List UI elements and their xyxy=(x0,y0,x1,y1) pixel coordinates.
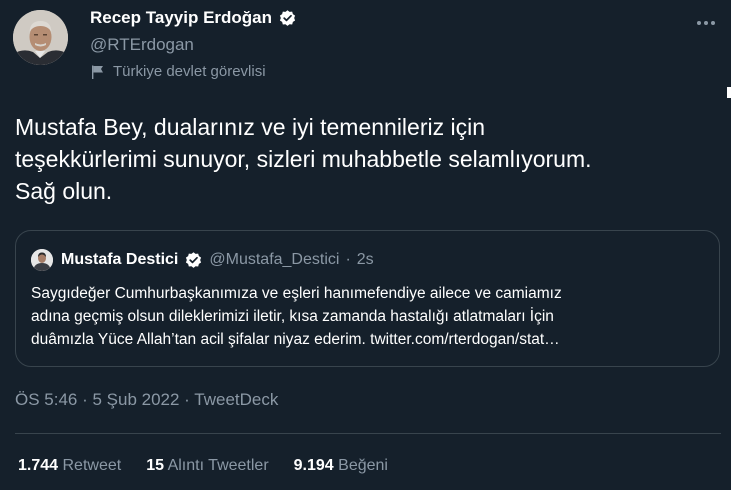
quoted-tweet[interactable]: Mustafa Destici @Mustafa_Destici · 2s Sa… xyxy=(15,230,720,367)
tweet-time[interactable]: ÖS 5:46 xyxy=(15,390,77,409)
government-label: Türkiye devlet görevlisi xyxy=(90,63,266,80)
likes-count: 9.194 xyxy=(293,457,334,474)
edge-marker xyxy=(727,87,731,98)
meta-separator: · xyxy=(179,390,195,409)
tweet-text: Mustafa Bey, dualarınız ve iyi temennile… xyxy=(15,114,592,204)
quoted-timestamp: 2s xyxy=(356,251,374,268)
author-handle[interactable]: @RTErdogan xyxy=(90,35,194,55)
quoted-author-name: Mustafa Destici xyxy=(61,251,179,268)
author-name-row[interactable]: Recep Tayyip Erdoğan xyxy=(90,8,297,28)
author-name[interactable]: Recep Tayyip Erdoğan xyxy=(90,8,272,28)
quoted-separator: · xyxy=(345,251,351,268)
quoted-verified-badge-icon xyxy=(186,251,202,268)
likes-stat[interactable]: 9.194 Beğeni xyxy=(294,457,388,475)
quoted-text-line: duâmızla Yüce Allah’tan acil şifalar niy… xyxy=(31,331,560,348)
more-dot-icon xyxy=(704,21,708,25)
quote-tweets-stat[interactable]: 15 Alıntı Tweetler xyxy=(146,457,268,475)
quoted-author-avatar-image xyxy=(31,249,53,271)
tweet-card: Recep Tayyip Erdoğan @RTErdogan Türkiye … xyxy=(0,0,731,490)
quote-tweets-count: 15 xyxy=(146,457,164,474)
government-label-text: Türkiye devlet görevlisi xyxy=(113,63,266,80)
more-dot-icon xyxy=(697,21,701,25)
tweet-date[interactable]: 5 Şub 2022 xyxy=(92,390,179,409)
tweet-source[interactable]: TweetDeck xyxy=(194,390,278,409)
quote-tweets-label: Alıntı Tweetler xyxy=(167,457,269,474)
retweets-label: Retweet xyxy=(62,457,122,474)
retweets-count: 1.744 xyxy=(18,457,59,474)
likes-label: Beğeni xyxy=(338,457,388,474)
flag-icon xyxy=(92,65,103,79)
author-avatar-image xyxy=(13,10,68,65)
quoted-text-line: Saygıdeğer Cumhurbaşkanımıza ve eşleri h… xyxy=(31,285,562,302)
quoted-text-line: adına geçmiş olsun dileklerimizi iletir,… xyxy=(31,308,554,325)
quoted-tweet-header: Mustafa Destici @Mustafa_Destici · 2s xyxy=(31,249,374,271)
meta-separator: · xyxy=(77,390,93,409)
more-options-button[interactable] xyxy=(691,10,721,36)
retweets-stat[interactable]: 1.744 Retweet xyxy=(18,457,121,475)
verified-badge-icon xyxy=(279,9,296,26)
more-dot-icon xyxy=(711,21,715,25)
divider xyxy=(15,433,721,434)
quoted-tweet-text: Saygıdeğer Cumhurbaşkanımıza ve eşleri h… xyxy=(31,282,701,351)
tweet-metadata: ÖS 5:46 · 5 Şub 2022 · TweetDeck xyxy=(15,390,278,410)
author-avatar[interactable] xyxy=(13,10,68,65)
engagement-stats: 1.744 Retweet 15 Alıntı Tweetler 9.194 B… xyxy=(18,457,388,475)
quoted-author-avatar xyxy=(31,249,53,271)
quoted-author-handle: @Mustafa_Destici xyxy=(209,251,340,268)
